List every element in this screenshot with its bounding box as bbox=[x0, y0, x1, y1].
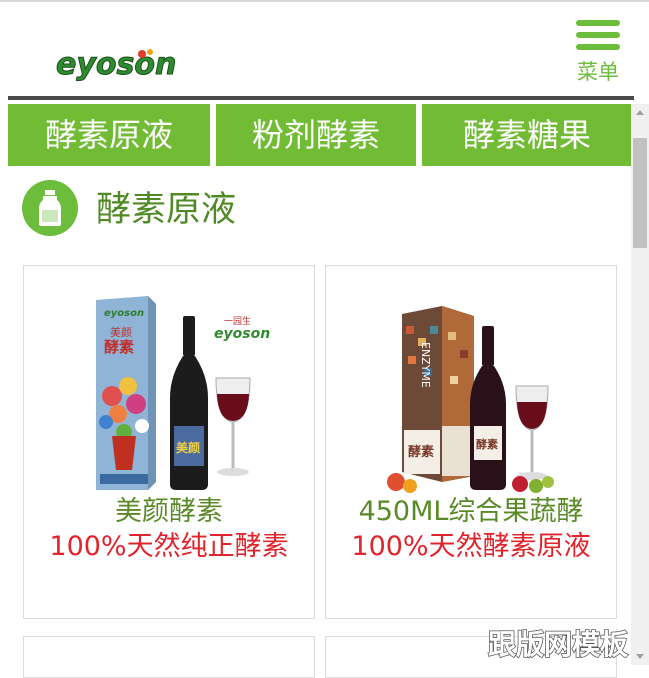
product-image: eyoson 美颜 酵素 美颜 一园生 eyoson bbox=[96, 296, 270, 490]
svg-text:酵素: 酵素 bbox=[476, 437, 498, 451]
svg-text:eyoson: eyoson bbox=[214, 326, 270, 342]
product-card[interactable]: ENZYME 酵素 酵素 450ML综合果蔬酵 100%天然酵素原液 bbox=[325, 265, 617, 619]
tab-enzyme-candy[interactable]: 酵素糖果 bbox=[422, 104, 632, 166]
svg-text:ENZYME: ENZYME bbox=[419, 342, 432, 388]
section-title: 酵素原液 bbox=[96, 190, 237, 230]
tab-enzyme-liquid[interactable]: 酵素原液 bbox=[8, 104, 210, 166]
watermark: 跟版网模板 bbox=[487, 627, 629, 662]
product-name[interactable]: 美颜酵素 bbox=[24, 494, 314, 530]
scrollbar-thumb[interactable] bbox=[633, 138, 647, 248]
scroll-up-arrow-icon[interactable] bbox=[631, 104, 649, 122]
svg-text:酵素: 酵素 bbox=[408, 444, 434, 460]
brand-logo[interactable]: eyoson bbox=[54, 46, 178, 83]
menu-button[interactable]: 菜单 bbox=[572, 16, 624, 86]
svg-text:跟版网模板: 跟版网模板 bbox=[488, 628, 628, 661]
product-image: ENZYME 酵素 酵素 bbox=[387, 306, 554, 493]
product-name[interactable]: 450ML综合果蔬酵 bbox=[326, 494, 616, 530]
vertical-scrollbar[interactable] bbox=[631, 104, 649, 665]
product-card[interactable] bbox=[23, 636, 315, 678]
hamburger-icon bbox=[576, 20, 620, 50]
brand-logo-text: eyoson bbox=[56, 47, 176, 82]
menu-label: 菜单 bbox=[577, 60, 619, 84]
category-tabs: 酵素原液 粉剂酵素 酵素糖果 bbox=[8, 104, 632, 166]
svg-text:美颜: 美颜 bbox=[176, 440, 200, 455]
top-border bbox=[0, 0, 649, 2]
product-card[interactable]: eyoson 美颜 酵素 美颜 一园生 eyoson 美颜酵素 100%天然纯正… bbox=[23, 265, 315, 619]
tab-enzyme-powder[interactable]: 粉剂酵素 bbox=[216, 104, 416, 166]
bottle-icon bbox=[22, 180, 78, 236]
product-description: 100%天然酵素原液 bbox=[351, 531, 591, 562]
header-divider bbox=[8, 96, 634, 100]
svg-text:酵素: 酵素 bbox=[104, 338, 134, 356]
svg-text:eyoson: eyoson bbox=[104, 308, 144, 319]
product-description: 100%天然纯正酵素 bbox=[49, 531, 289, 562]
